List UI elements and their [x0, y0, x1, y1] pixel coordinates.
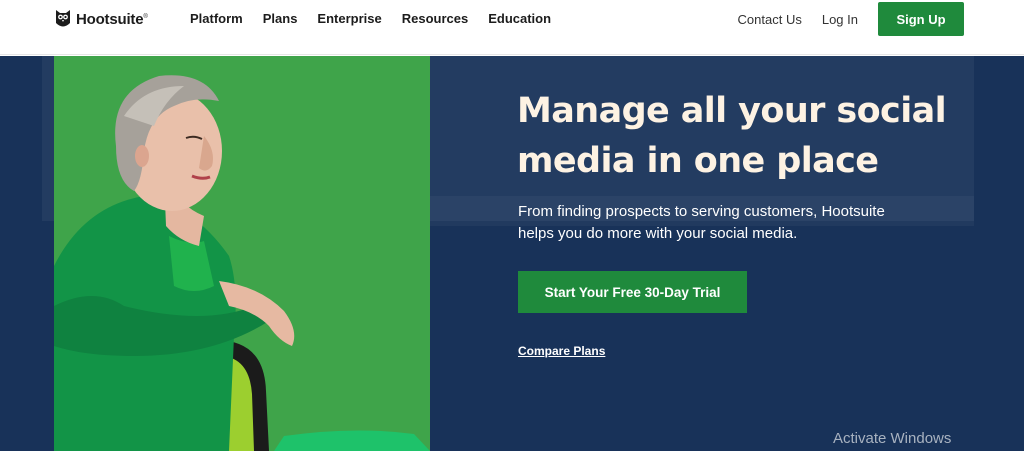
nav-plans[interactable]: Plans: [263, 11, 298, 26]
site-header: Hootsuite® Platform Plans Enterprise Res…: [0, 0, 1024, 55]
sign-up-button[interactable]: Sign Up: [878, 2, 964, 36]
brand-logo[interactable]: Hootsuite®: [54, 8, 148, 30]
hero-headline: Manage all your social media in one plac…: [517, 91, 947, 181]
woman-portrait-image: [54, 56, 430, 451]
owl-logo-icon: [56, 10, 70, 27]
hero-section: Manage all your social media in one plac…: [0, 56, 1024, 451]
account-nav: Contact Us Log In Sign Up: [738, 2, 964, 36]
compare-plans-link[interactable]: Compare Plans: [518, 344, 605, 358]
hero-subtext: From finding prospects to serving custom…: [518, 203, 885, 242]
contact-us-link[interactable]: Contact Us: [738, 12, 802, 27]
activate-windows-watermark: Activate Windows: [833, 430, 952, 447]
start-free-trial-button[interactable]: Start Your Free 30-Day Trial: [518, 271, 747, 313]
nav-education[interactable]: Education: [488, 11, 551, 26]
nav-enterprise[interactable]: Enterprise: [317, 11, 381, 26]
main-nav: Platform Plans Enterprise Resources Educ…: [190, 11, 551, 26]
brand-name: Hootsuite®: [76, 10, 148, 28]
nav-resources[interactable]: Resources: [402, 11, 468, 26]
log-in-link[interactable]: Log In: [822, 12, 858, 27]
nav-platform[interactable]: Platform: [190, 11, 243, 26]
hero-photo: [54, 56, 430, 451]
